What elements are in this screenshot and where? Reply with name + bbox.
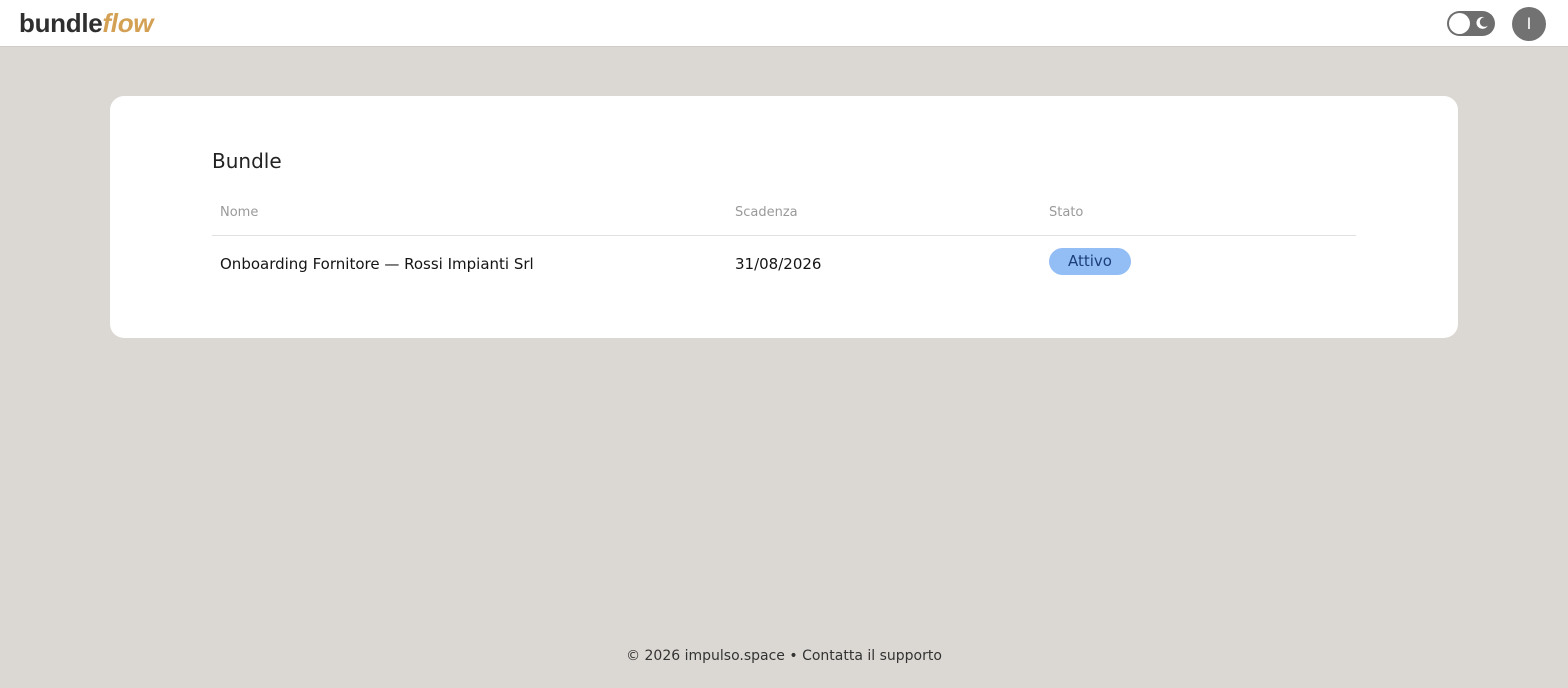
page-footer: © 2026 impulso.space • Contatta il suppo… <box>0 648 1568 664</box>
bundle-name-cell[interactable]: Onboarding Fornitore — Rossi Impianti Sr… <box>220 255 534 273</box>
status-badge: Attivo <box>1049 248 1131 275</box>
bundle-expiry-cell: 31/08/2026 <box>735 255 822 273</box>
logo-text-bundle: bundle <box>19 8 103 38</box>
moon-icon <box>1476 16 1488 29</box>
theme-toggle[interactable] <box>1447 11 1495 36</box>
toggle-knob <box>1449 13 1470 34</box>
top-bar: bundleflow I <box>0 0 1568 47</box>
footer-copyright: © 2026 impulso.space <box>626 648 785 664</box>
app-root: bundleflow I Bundle Nome Scadenza Stato … <box>0 0 1568 688</box>
logo-text-flow: flow <box>102 8 154 38</box>
bundle-table: Nome Scadenza Stato Onboarding Fornitore… <box>212 196 1356 291</box>
column-header-nome: Nome <box>220 205 259 220</box>
column-header-scadenza: Scadenza <box>735 205 798 220</box>
table-row[interactable]: Onboarding Fornitore — Rossi Impianti Sr… <box>212 236 1356 291</box>
support-link[interactable]: Contatta il supporto <box>802 648 942 664</box>
page-title: Bundle <box>212 149 282 173</box>
footer-separator: • <box>784 648 803 664</box>
user-avatar[interactable]: I <box>1512 7 1546 41</box>
brand-logo[interactable]: bundleflow <box>19 8 154 38</box>
column-header-stato: Stato <box>1049 205 1084 220</box>
bundle-card: Bundle Nome Scadenza Stato Onboarding Fo… <box>110 96 1458 338</box>
table-header: Nome Scadenza Stato <box>212 196 1356 236</box>
